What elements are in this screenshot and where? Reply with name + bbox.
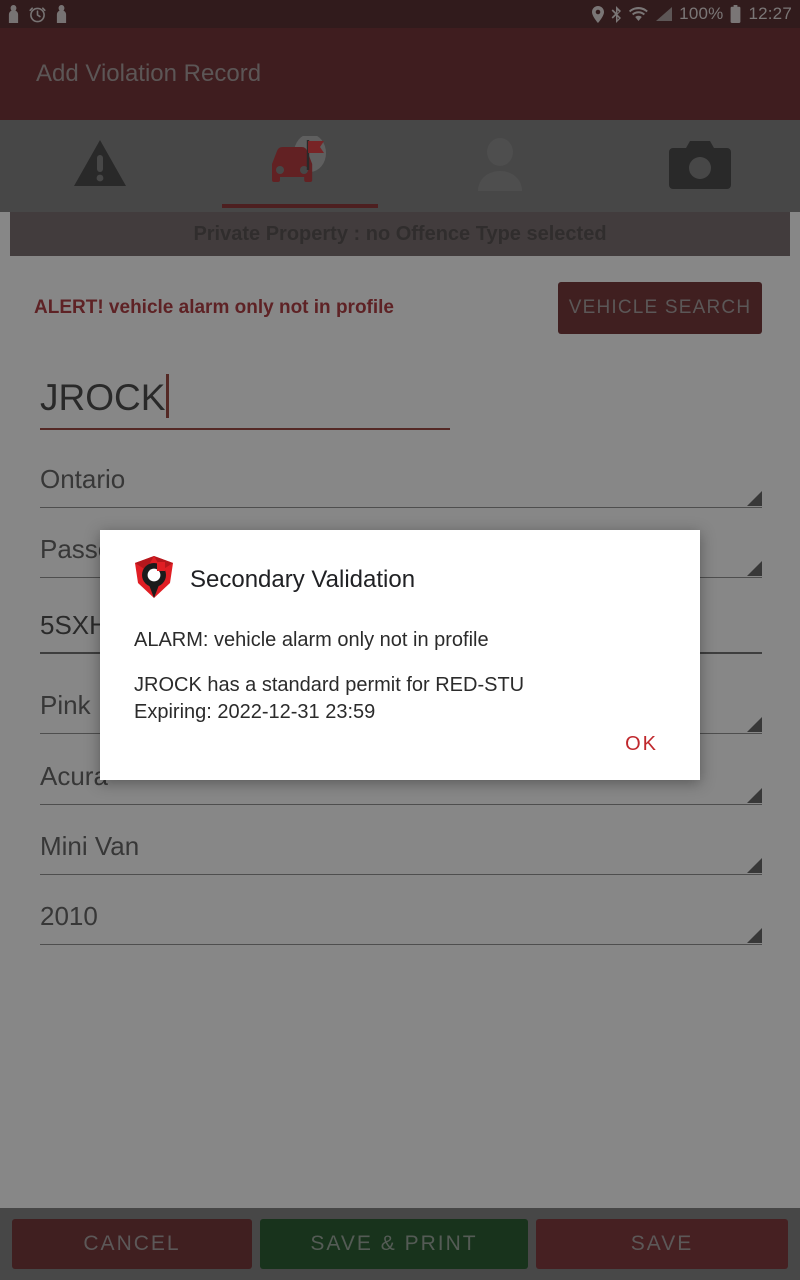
dialog-title-row: Secondary Validation [100,530,700,605]
secondary-validation-dialog: Secondary Validation ALARM: vehicle alar… [100,530,700,780]
dialog-permit-line: JROCK has a standard permit for RED-STU [134,674,525,696]
dialog-expiry-line: Expiring: 2022-12-31 23:59 [134,701,376,723]
dialog-spacer [134,654,668,672]
dialog-title: Secondary Validation [190,565,416,593]
dialog-actions: OK [611,725,672,764]
shield-lens-logo-icon [132,554,176,605]
dialog-body: ALARM: vehicle alarm only not in profile… [100,605,700,726]
dialog-alarm-line: ALARM: vehicle alarm only not in profile [134,629,489,651]
dialog-ok-button[interactable]: OK [611,725,672,764]
